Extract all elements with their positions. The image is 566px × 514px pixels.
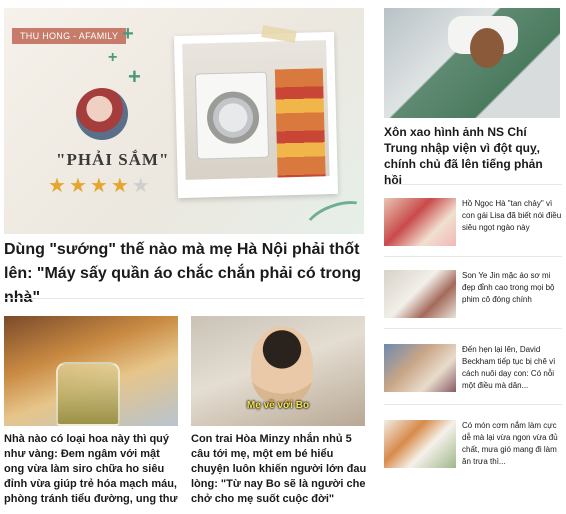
divider xyxy=(384,404,562,405)
rating-stars: ★ ★ ★ ★ ★ xyxy=(48,176,150,196)
star-icon: ★ xyxy=(48,175,66,197)
swirl-decoration xyxy=(300,193,364,234)
shelf-illustration xyxy=(274,68,326,180)
list-item[interactable]: Hồ Ngọc Hà "tan chảy" vì con gái Lisa đã… xyxy=(384,198,562,246)
patient-illustration xyxy=(470,28,504,68)
hero-headline-link[interactable]: Dùng "sướng" thế nào mà mẹ Hà Nội phải t… xyxy=(4,238,366,310)
dryer-photo xyxy=(173,31,339,199)
card-headline-link[interactable]: Con trai Hòa Minzy nhắn nhủ 5 câu tới mẹ… xyxy=(191,432,367,507)
list-item-headline-link[interactable]: Son Ye Jin mặc áo sơ mi đẹp đỉnh cao tro… xyxy=(462,270,562,306)
hero-quote: "PHẢI SẮM" xyxy=(56,150,170,169)
star-icon: ★ xyxy=(131,175,150,197)
star-icon: ★ xyxy=(68,175,87,197)
list-item-headline-link[interactable]: Đến hẹn lại lên, David Beckham tiếp tục … xyxy=(462,344,562,392)
list-item[interactable]: Có món cơm nắm làm cực dễ mà lại vừa ngo… xyxy=(384,420,562,468)
divider xyxy=(384,328,562,329)
divider xyxy=(384,256,562,257)
list-item-thumbnail[interactable] xyxy=(384,420,456,468)
list-item-headline-link[interactable]: Hồ Ngọc Hà "tan chảy" vì con gái Lisa đã… xyxy=(462,198,562,234)
divider xyxy=(384,184,562,185)
sidebar-featured-headline-link[interactable]: Xôn xao hình ảnh NS Chí Trung nhập viện … xyxy=(384,124,562,188)
star-icon: ★ xyxy=(110,175,129,197)
star-icon: ★ xyxy=(89,175,108,197)
list-item[interactable]: Đến hẹn lại lên, David Beckham tiếp tục … xyxy=(384,344,562,392)
boy-illustration xyxy=(251,326,313,404)
sparkle-icon: + xyxy=(128,64,141,89)
list-item-thumbnail[interactable] xyxy=(384,344,456,392)
list-item-thumbnail[interactable] xyxy=(384,198,456,246)
jar-illustration xyxy=(56,362,120,426)
list-item-thumbnail[interactable] xyxy=(384,270,456,318)
sparkle-icon: + xyxy=(108,49,118,66)
list-item[interactable]: Son Ye Jin mặc áo sơ mi đẹp đỉnh cao tro… xyxy=(384,270,562,318)
sidebar-news-list: Hồ Ngọc Hà "tan chảy" vì con gái Lisa đã… xyxy=(384,198,562,468)
card-image-honey-jar[interactable] xyxy=(4,316,178,426)
card-headline-link[interactable]: Nhà nào có loại hoa này thì quý như vàng… xyxy=(4,432,180,507)
sparkle-icon: + xyxy=(122,23,134,45)
author-avatar-illustration xyxy=(76,88,128,140)
brand-tag: THU HONG - AFAMILY xyxy=(12,28,127,44)
list-item-headline-link[interactable]: Có món cơm nắm làm cực dễ mà lại vừa ngo… xyxy=(462,420,562,468)
card-image-boy[interactable]: Mẹ về với Bo xyxy=(191,316,365,426)
sidebar-featured-image[interactable] xyxy=(384,8,560,118)
image-caption: Mẹ về với Bo xyxy=(246,400,310,411)
divider xyxy=(4,298,364,299)
hero-image[interactable]: THU HONG - AFAMILY + + + "PHẢI SẮM" ★ ★ … xyxy=(4,8,364,234)
dryer-illustration xyxy=(194,71,270,160)
